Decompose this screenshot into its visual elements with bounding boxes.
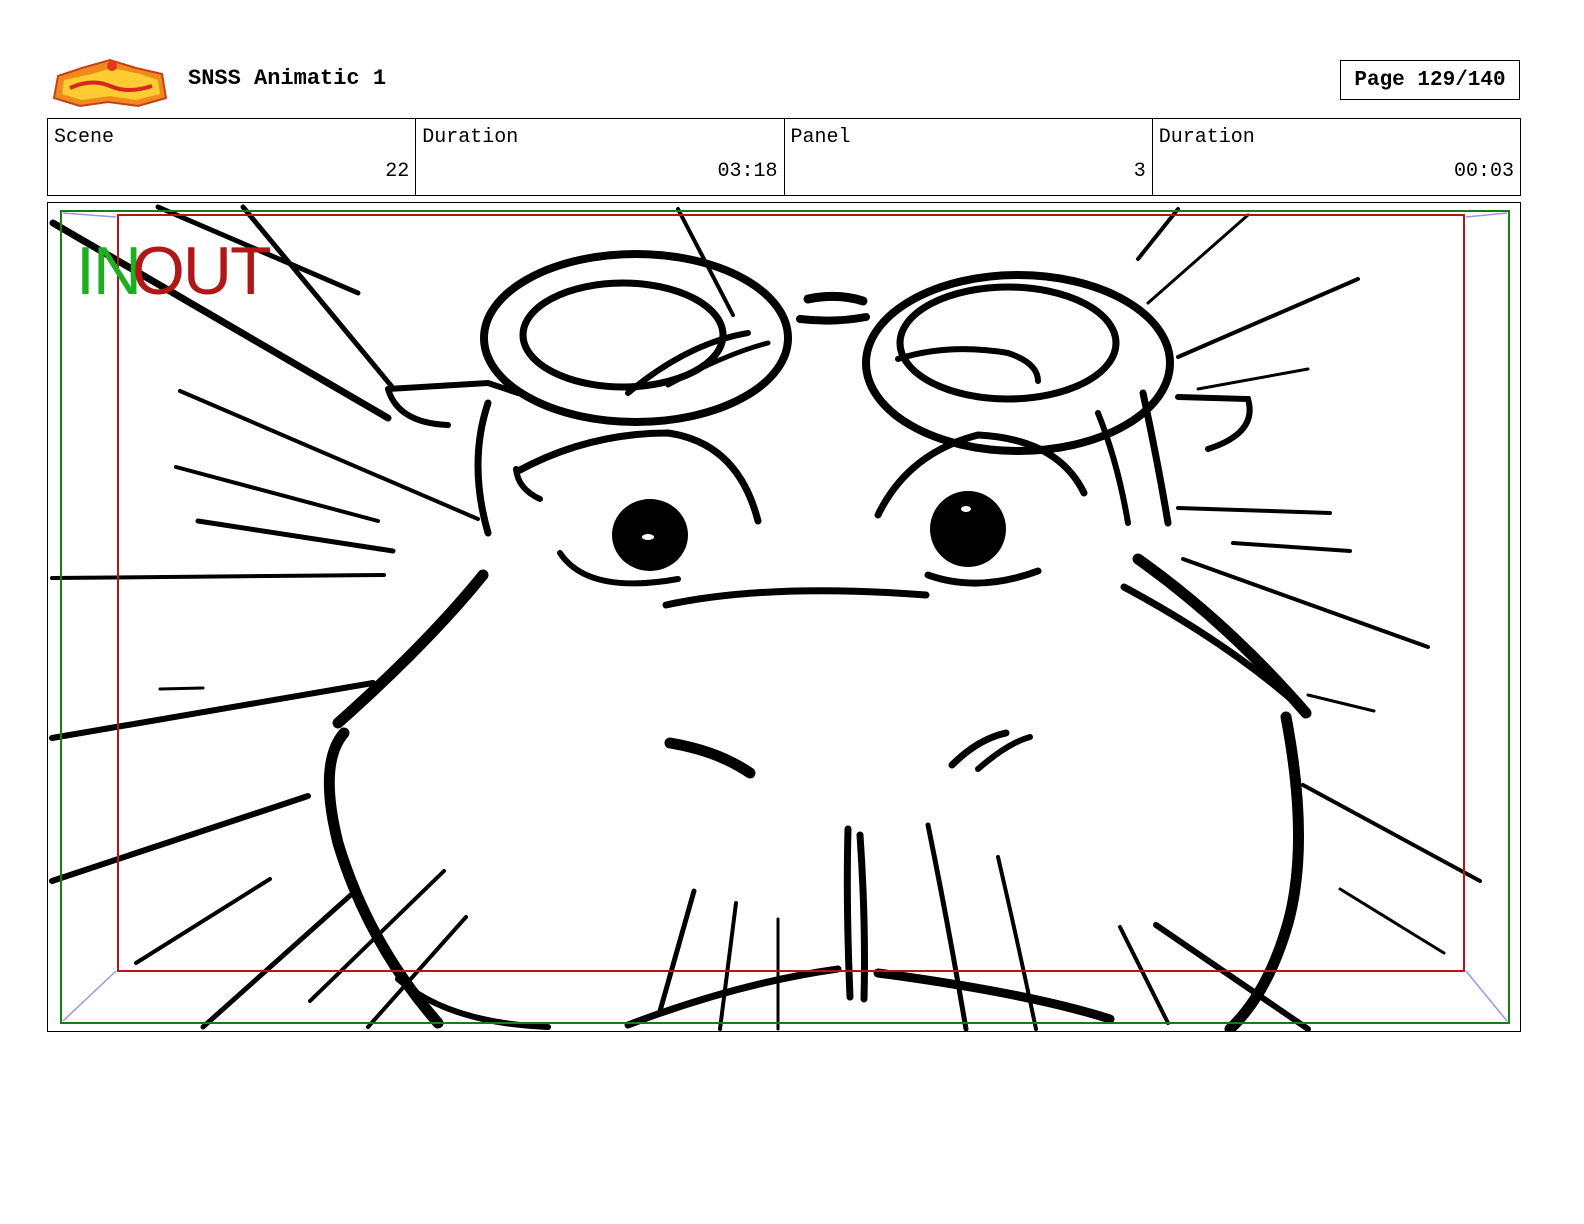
- panel-duration-value: 00:03: [1453, 160, 1514, 183]
- scene-duration-value: 03:18: [717, 160, 778, 183]
- panel-duration-cell: Duration 00:03: [1153, 119, 1520, 195]
- panel-info-table: Scene 22 Duration 03:18 Panel 3 Duration…: [47, 118, 1521, 196]
- in-marker: IN: [76, 233, 142, 309]
- scene-duration-cell: Duration 03:18: [416, 119, 785, 195]
- out-marker: OUT: [132, 233, 272, 309]
- scene-duration-label: Duration: [422, 126, 519, 149]
- scene-label: Scene: [54, 126, 115, 149]
- panel-cell: Panel 3: [785, 119, 1153, 195]
- show-logo-icon: [52, 58, 168, 108]
- page-indicator: Page 129/140: [1340, 60, 1520, 100]
- panel-value: 3: [1133, 160, 1146, 183]
- panel-duration-label: Duration: [1158, 126, 1255, 149]
- panel-sketch: [49, 204, 1510, 1031]
- document-title: SNSS Animatic 1: [188, 66, 387, 91]
- panel-label: Panel: [790, 126, 851, 149]
- storyboard-panel: IN OUT: [47, 202, 1521, 1032]
- scene-value: 22: [385, 160, 410, 183]
- scene-cell: Scene 22: [48, 119, 417, 195]
